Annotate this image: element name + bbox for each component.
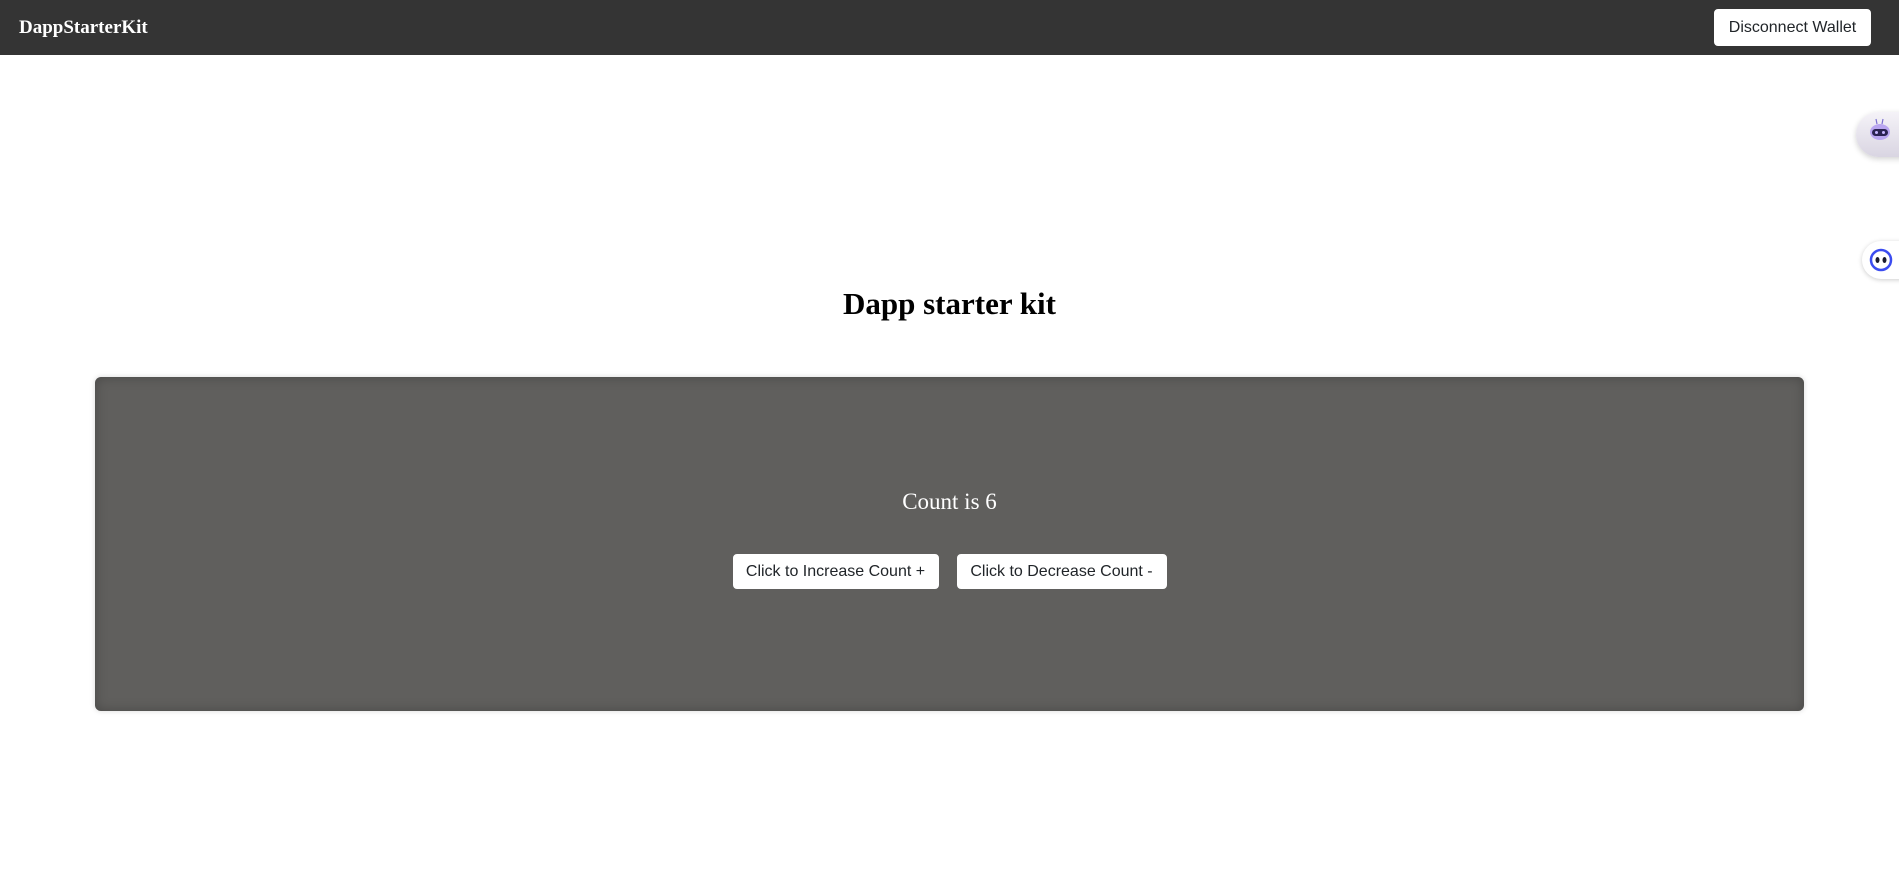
assistant-face-icon xyxy=(1862,248,1899,283)
counter-card: Count is 6 Click to Increase Count + Cli… xyxy=(95,377,1804,711)
floating-assistant-widget[interactable] xyxy=(1862,241,1899,279)
counter-actions: Click to Increase Count + Click to Decre… xyxy=(95,554,1804,589)
robot-icon xyxy=(1856,118,1899,161)
page-title: Dapp starter kit xyxy=(843,286,1056,321)
top-navbar: DappStarterKit Disconnect Wallet xyxy=(0,0,1899,55)
increase-count-button[interactable]: Click to Increase Count + xyxy=(732,554,939,589)
brand-logo-text[interactable]: DappStarterKit xyxy=(19,17,148,39)
count-display: Count is 6 xyxy=(902,489,997,514)
decrease-count-button[interactable]: Click to Decrease Count - xyxy=(956,554,1167,589)
floating-bot-widget[interactable] xyxy=(1856,112,1899,157)
disconnect-wallet-button[interactable]: Disconnect Wallet xyxy=(1714,9,1871,46)
